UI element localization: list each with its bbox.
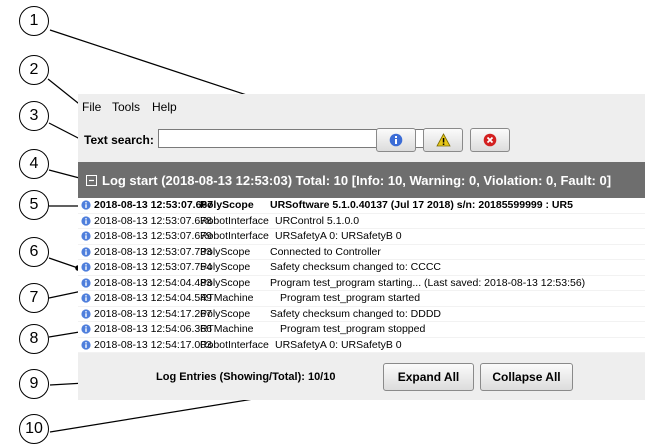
log-header-text: Log start (2018-08-13 12:53:03) Total: 1…: [102, 172, 612, 188]
log-message: URSafetyA 0: URSafetyB 0: [275, 338, 402, 351]
log-entry[interactable]: 2018-08-13 12:54:17.003 RobotInterface U…: [78, 338, 645, 353]
log-header-bar[interactable]: Log start (2018-08-13 12:53:03) Total: 1…: [78, 162, 645, 198]
log-timestamp: 2018-08-13 12:53:07.678: [94, 214, 212, 227]
error-icon: [483, 133, 497, 147]
menu-file[interactable]: File: [82, 100, 101, 114]
log-timestamp: 2018-08-13 12:53:07.733: [94, 245, 212, 258]
log-message: URSafetyA 0: URSafetyB 0: [275, 230, 402, 242]
info-icon: [81, 200, 91, 210]
log-source: PolyScope: [200, 199, 254, 211]
log-source: PolyScope: [200, 261, 251, 273]
log-message: Program test_program starting... (Last s…: [270, 276, 586, 289]
log-entry[interactable]: 2018-08-13 12:53:07.667 PolyScope URSoft…: [78, 198, 645, 214]
log-timestamp: 2018-08-13 12:54:04.549: [94, 292, 212, 304]
log-source: RobotInterface: [200, 214, 269, 227]
callout-8: 8: [19, 324, 49, 354]
info-icon: [81, 324, 91, 334]
log-source: RobotInterface: [200, 230, 269, 242]
log-source: PolyScope: [200, 245, 251, 258]
info-filter-button[interactable]: [376, 128, 416, 152]
info-icon: [81, 277, 91, 288]
callout-3: 3: [19, 101, 49, 131]
log-entries-count: Log Entries (Showing/Total): 10/10: [156, 371, 336, 383]
callout-1: 1: [19, 6, 49, 36]
log-entry[interactable]: 2018-08-13 12:53:07.679 RobotInterface U…: [78, 229, 645, 245]
callout-2: 2: [19, 55, 49, 85]
log-entry[interactable]: 2018-08-13 12:54:06.366 RTMachine Progra…: [78, 322, 645, 338]
log-timestamp: 2018-08-13 12:54:04.483: [94, 276, 212, 289]
log-timestamp: 2018-08-13 12:54:17.003: [94, 338, 212, 351]
info-icon: [81, 215, 91, 226]
log-message: Safety checksum changed to: DDDD: [270, 307, 441, 320]
log-source: RobotInterface: [200, 338, 269, 351]
info-icon: [389, 133, 403, 147]
warning-filter-button[interactable]: [423, 128, 463, 152]
log-source: RTMachine: [200, 292, 254, 304]
log-entry[interactable]: 2018-08-13 12:54:17.267 PolyScope Safety…: [78, 307, 645, 322]
violation-filter-button[interactable]: [470, 128, 510, 152]
info-icon: [81, 339, 91, 350]
log-source: PolyScope: [200, 276, 251, 289]
log-timestamp: 2018-08-13 12:53:07.679: [94, 230, 212, 242]
log-source: PolyScope: [200, 307, 251, 320]
log-entry[interactable]: 2018-08-13 12:53:07.678 RobotInterface U…: [78, 214, 645, 229]
log-message: URControl 5.1.0.0: [275, 214, 360, 227]
menu-bar: File Tools Help: [78, 94, 645, 120]
info-icon: [81, 246, 91, 257]
log-entry[interactable]: 2018-08-13 12:53:07.733 PolyScope Connec…: [78, 245, 645, 260]
collapse-all-button[interactable]: Collapse All: [480, 363, 573, 391]
collapse-chevron-icon: [86, 174, 97, 186]
callout-6: 6: [19, 237, 49, 267]
log-message: Connected to Controller: [270, 245, 381, 258]
log-source: RTMachine: [200, 323, 254, 335]
log-timestamp: 2018-08-13 12:54:06.366: [94, 323, 212, 335]
log-panel: File Tools Help Text search: Log start (…: [78, 94, 645, 400]
callout-4: 4: [19, 149, 49, 179]
expand-all-button[interactable]: Expand All: [383, 363, 474, 391]
info-icon: [81, 308, 91, 319]
callout-10: 10: [19, 414, 49, 444]
log-timestamp: 2018-08-13 12:54:17.267: [94, 307, 212, 320]
log-entry[interactable]: 2018-08-13 12:53:07.754 PolyScope Safety…: [78, 260, 645, 276]
text-search-label: Text search:: [84, 133, 154, 147]
callout-5: 5: [19, 190, 49, 220]
log-message: Program test_program stopped: [280, 323, 426, 335]
log-message: Safety checksum changed to: CCCC: [270, 261, 441, 273]
log-entry[interactable]: 2018-08-13 12:54:04.483 PolyScope Progra…: [78, 276, 645, 291]
warning-icon: [435, 133, 451, 147]
log-entry[interactable]: 2018-08-13 12:54:04.549 RTMachine Progra…: [78, 291, 645, 307]
callout-7: 7: [19, 283, 49, 313]
log-message: Program test_program started: [280, 292, 421, 304]
info-icon: [81, 262, 91, 272]
menu-tools[interactable]: Tools: [112, 100, 140, 114]
info-icon: [81, 293, 91, 303]
log-timestamp: 2018-08-13 12:53:07.667: [94, 199, 214, 211]
log-entry-list[interactable]: 2018-08-13 12:53:07.667 PolyScope URSoft…: [78, 198, 645, 353]
log-timestamp: 2018-08-13 12:53:07.754: [94, 261, 212, 273]
callout-9: 9: [19, 369, 49, 399]
info-icon: [81, 231, 91, 241]
log-message: URSoftware 5.1.0.40137 (Jul 17 2018) s/n…: [270, 199, 573, 211]
menu-help[interactable]: Help: [152, 100, 177, 114]
